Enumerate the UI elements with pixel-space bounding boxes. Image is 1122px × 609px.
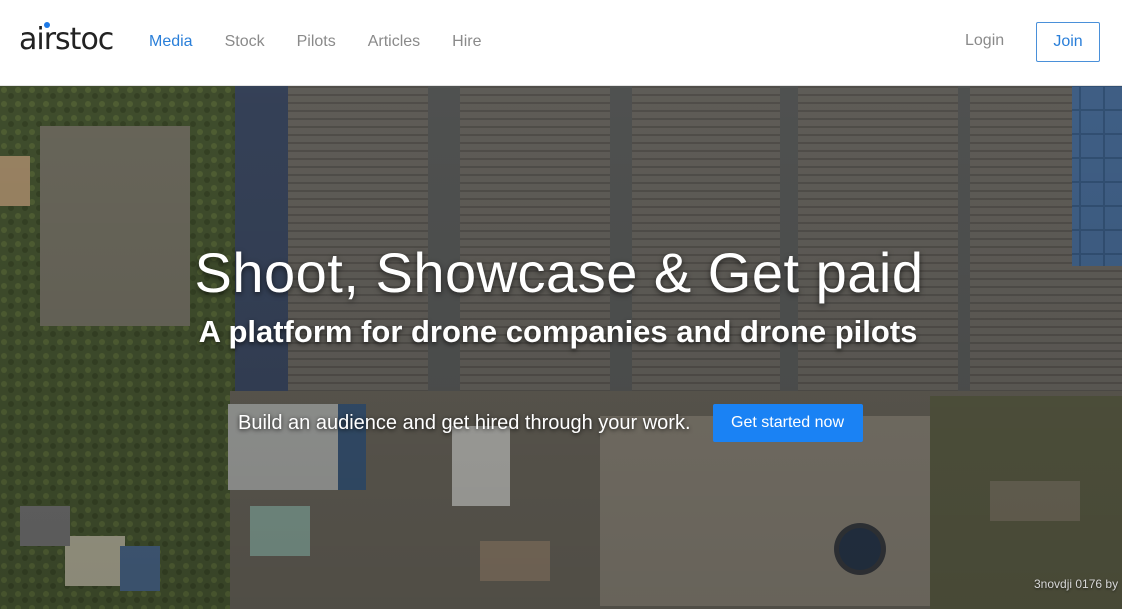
nav-item-hire[interactable]: Hire xyxy=(452,33,481,51)
logo-dot-icon xyxy=(44,22,50,28)
nav-item-stock[interactable]: Stock xyxy=(225,33,265,51)
hero-title: Shoot, Showcase & Get paid xyxy=(194,241,924,304)
nav-item-media[interactable]: Media xyxy=(149,33,193,51)
hero-section: Shoot, Showcase & Get paid A platform fo… xyxy=(0,86,1122,609)
site-header: airstoc Media Stock Pilots Articles Hire… xyxy=(0,0,1122,86)
join-button[interactable]: Join xyxy=(1036,22,1100,62)
airstoc-logo[interactable]: airstoc xyxy=(19,20,114,60)
main-nav: Media Stock Pilots Articles Hire xyxy=(149,0,514,84)
cta-row: Build an audience and get hired through … xyxy=(238,404,863,442)
login-link[interactable]: Login xyxy=(965,32,1004,50)
get-started-button[interactable]: Get started now xyxy=(712,404,863,442)
cta-text: Build an audience and get hired through … xyxy=(238,411,691,434)
image-credit: 3novdji 0176 by xyxy=(1034,577,1119,591)
nav-item-articles[interactable]: Articles xyxy=(368,33,420,51)
hero-subtitle: A platform for drone companies and drone… xyxy=(198,314,918,349)
nav-item-pilots[interactable]: Pilots xyxy=(297,33,336,51)
logo-text: airstoc xyxy=(19,22,114,57)
